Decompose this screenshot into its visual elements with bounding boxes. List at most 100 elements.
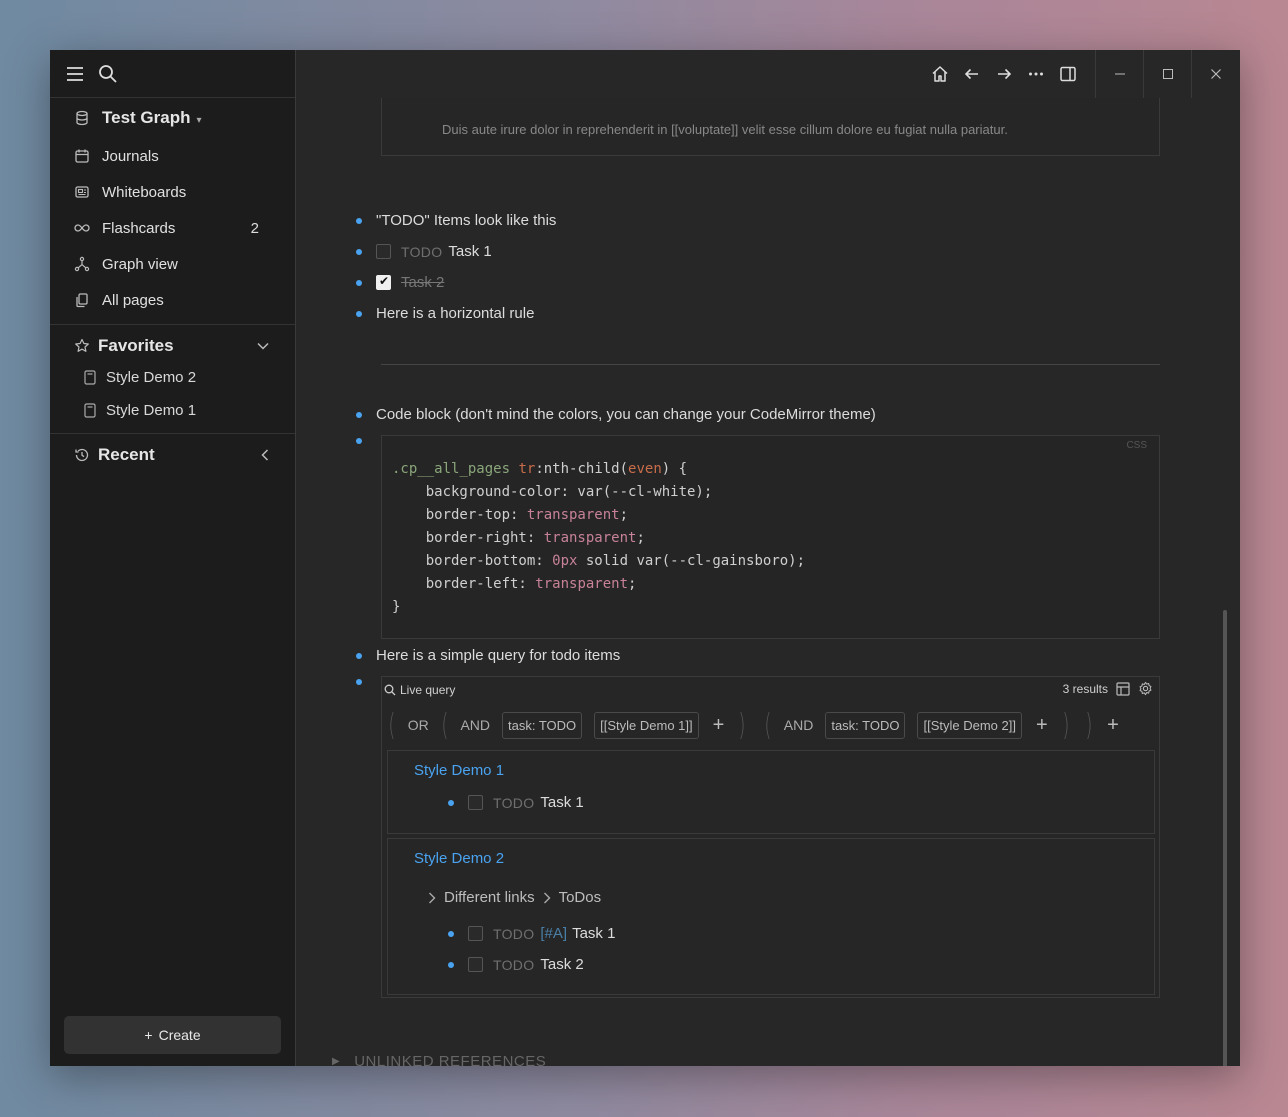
block-hr-label[interactable]: Here is a horizontal rule bbox=[356, 305, 1160, 322]
favorite-item[interactable]: Style Demo 2 bbox=[50, 361, 295, 394]
code-line: background-color: var(--cl-white); bbox=[392, 484, 713, 500]
table-icon[interactable] bbox=[1116, 681, 1130, 696]
left-sidebar: Test Graph ▾ Journals Whiteboards Flashc… bbox=[50, 50, 296, 1066]
sidebar-item-graph-view[interactable]: Graph view bbox=[50, 246, 295, 282]
sidebar-item-flashcards[interactable]: Flashcards 2 bbox=[50, 210, 295, 246]
code-token: .cp__all_pages bbox=[392, 461, 511, 477]
block-bullet[interactable] bbox=[356, 438, 362, 444]
arrow-right-icon[interactable] bbox=[995, 65, 1013, 83]
code-token: border-bottom: bbox=[392, 553, 553, 569]
code-token: ) { bbox=[661, 461, 688, 477]
create-button[interactable]: + Create bbox=[64, 1016, 281, 1054]
flashcards-count: 2 bbox=[250, 219, 259, 237]
block-task-1[interactable]: TODO Task 1 bbox=[356, 243, 1160, 260]
query-operator-and[interactable]: AND bbox=[460, 717, 490, 733]
result-block[interactable]: TODO Task 1 bbox=[448, 794, 584, 811]
paren: ( bbox=[441, 707, 449, 743]
breadcrumb[interactable]: Different links ToDos bbox=[428, 889, 601, 906]
chevron-down-icon[interactable] bbox=[257, 342, 269, 350]
result-page-link[interactable]: Style Demo 1 bbox=[414, 762, 504, 779]
settings-icon[interactable] bbox=[1138, 681, 1153, 696]
maximize-button[interactable] bbox=[1144, 50, 1192, 98]
code-block[interactable]: CSS .cp__all_pages tr:nth-child(even) { … bbox=[381, 435, 1160, 639]
live-query-block: Live query 3 results ( OR (AND task: TO… bbox=[381, 676, 1160, 998]
app-window: Test Graph ▾ Journals Whiteboards Flashc… bbox=[50, 50, 1240, 1066]
unlinked-references-toggle[interactable]: ▶ UNLINKED REFERENCES bbox=[332, 1053, 546, 1066]
query-filter-chip[interactable]: task: TODO bbox=[825, 711, 906, 739]
graph-name: Test Graph bbox=[102, 108, 191, 127]
done-checkbox[interactable] bbox=[376, 274, 391, 290]
block-todo-intro[interactable]: "TODO" Items look like this bbox=[356, 212, 1160, 229]
search-icon[interactable] bbox=[98, 64, 118, 84]
code-token: transparent bbox=[526, 507, 620, 523]
page-icon bbox=[84, 403, 96, 418]
favorite-item[interactable]: Style Demo 1 bbox=[50, 394, 295, 427]
block-query-label[interactable]: Here is a simple query for todo items bbox=[356, 647, 1160, 664]
breadcrumb-item[interactable]: Different links bbox=[444, 889, 535, 906]
scrollbar[interactable] bbox=[1223, 610, 1227, 1066]
create-label: Create bbox=[158, 1027, 201, 1043]
todo-checkbox[interactable] bbox=[468, 926, 483, 941]
more-icon[interactable] bbox=[1027, 65, 1045, 83]
sidebar-item-whiteboards[interactable]: Whiteboards bbox=[50, 174, 295, 210]
code-token: transparent bbox=[543, 530, 637, 546]
caret-down-icon: ▾ bbox=[196, 114, 202, 126]
todo-checkbox[interactable] bbox=[468, 957, 483, 972]
code-language: CSS bbox=[1126, 440, 1147, 451]
page-content: Duis aute irure dolor in reprehenderit i… bbox=[296, 98, 1240, 1066]
arrow-left-icon[interactable] bbox=[963, 65, 981, 83]
close-button[interactable] bbox=[1192, 50, 1240, 98]
block-bullet[interactable] bbox=[448, 799, 454, 806]
query-operator-or[interactable]: OR bbox=[408, 717, 429, 733]
sidebar-item-journals[interactable]: Journals bbox=[50, 138, 295, 174]
code-token: border-left: bbox=[392, 576, 536, 592]
graph-selector[interactable]: Test Graph ▾ bbox=[50, 98, 295, 138]
favorites-header[interactable]: Favorites bbox=[50, 331, 295, 361]
right-sidebar-icon[interactable] bbox=[1059, 65, 1077, 83]
block-bullet[interactable] bbox=[356, 411, 362, 418]
todo-checkbox[interactable] bbox=[468, 795, 483, 810]
block-bullet[interactable] bbox=[448, 961, 454, 968]
add-filter-button[interactable]: + bbox=[1036, 714, 1048, 737]
query-operator-and[interactable]: AND bbox=[784, 717, 814, 733]
add-filter-button[interactable]: + bbox=[713, 714, 725, 737]
task-text: Task 1 bbox=[540, 794, 584, 811]
sidebar-divider bbox=[50, 433, 295, 434]
query-filter-chip[interactable]: [[Style Demo 2]] bbox=[917, 711, 1022, 739]
query-title: Live query bbox=[400, 683, 456, 697]
block-text: Here is a horizontal rule bbox=[376, 305, 535, 322]
block-bullet[interactable] bbox=[356, 279, 362, 286]
result-block[interactable]: TODO [#A] Task 1 bbox=[448, 925, 615, 942]
query-result-group: Style Demo 1 TODO Task 1 bbox=[387, 750, 1155, 834]
code-line: border-bottom: 0px solid var(--cl-gainsb… bbox=[392, 553, 805, 569]
add-filter-button[interactable]: + bbox=[1107, 714, 1119, 737]
result-page-link[interactable]: Style Demo 2 bbox=[414, 850, 504, 867]
priority-tag[interactable]: [#A] bbox=[540, 925, 567, 942]
block-code-label[interactable]: Code block (don't mind the colors, you c… bbox=[356, 406, 1160, 423]
chevron-right-icon bbox=[428, 892, 436, 904]
sidebar-item-all-pages[interactable]: All pages bbox=[50, 282, 295, 318]
block-bullet[interactable] bbox=[356, 652, 362, 659]
breadcrumb-item[interactable]: ToDos bbox=[559, 889, 602, 906]
sidebar-top-bar bbox=[50, 50, 295, 98]
minimize-button[interactable] bbox=[1096, 50, 1144, 98]
block-bullet[interactable] bbox=[356, 310, 362, 317]
menu-icon[interactable] bbox=[66, 66, 84, 82]
block-task-2[interactable]: Task 2 bbox=[356, 274, 1160, 291]
chevron-left-icon[interactable] bbox=[261, 449, 269, 461]
task-text: Task 2 bbox=[540, 956, 584, 973]
todo-checkbox[interactable] bbox=[376, 244, 391, 259]
recent-header[interactable]: Recent bbox=[50, 440, 295, 470]
query-filter-chip[interactable]: [[Style Demo 1]] bbox=[594, 711, 699, 739]
block-bullet[interactable] bbox=[448, 930, 454, 937]
sidebar-item-label: Journals bbox=[102, 147, 159, 165]
result-block[interactable]: TODO Task 2 bbox=[448, 956, 584, 973]
home-icon[interactable] bbox=[931, 65, 949, 83]
previous-block-strip: Duis aute irure dolor in reprehenderit i… bbox=[381, 98, 1160, 156]
block-bullet[interactable] bbox=[356, 679, 362, 685]
query-filter-chip[interactable]: task: TODO bbox=[502, 711, 583, 739]
sidebar-item-label: Graph view bbox=[102, 255, 178, 273]
favorites-label: Favorites bbox=[98, 336, 174, 355]
block-bullet[interactable] bbox=[356, 217, 362, 224]
block-bullet[interactable] bbox=[356, 248, 362, 255]
